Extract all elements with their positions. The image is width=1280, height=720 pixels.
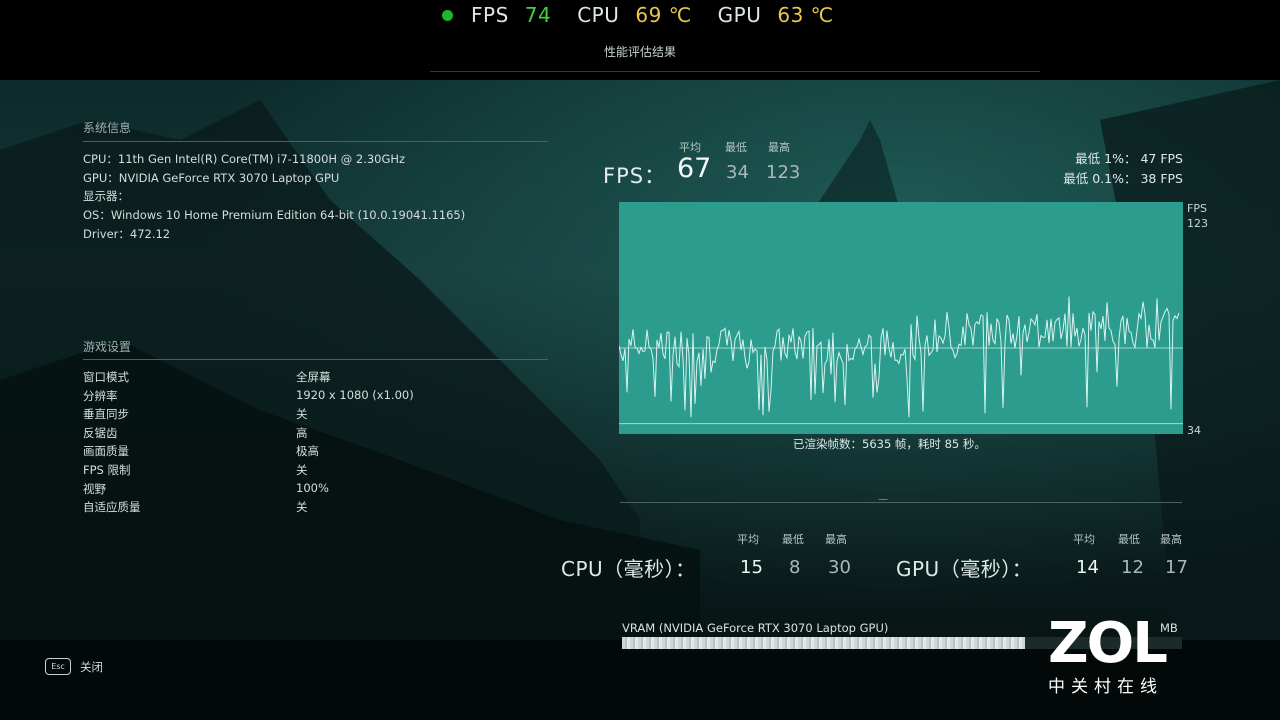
vram-label: VRAM (NVIDIA GeForce RTX 3070 Laptop GPU…	[622, 621, 889, 635]
fps-col-min: 最低	[725, 141, 747, 154]
zol-logo-subtitle: 中关村在线	[1048, 677, 1163, 697]
gpu-ms-average: 14	[1076, 557, 1099, 578]
esc-key-icon[interactable]: Esc	[45, 658, 71, 675]
setting-value: 全屏幕	[296, 370, 331, 384]
fps-minimum: 34	[726, 162, 749, 183]
game-settings-heading: 游戏设置	[83, 340, 132, 354]
chart-axis-unit: FPS	[1187, 202, 1207, 215]
fps-average: 67	[677, 153, 712, 184]
system-cpu: CPU：11th Gen Intel(R) Core(TM) i7-11800H…	[83, 152, 406, 166]
chart-axis-max: 123	[1187, 217, 1208, 230]
fps-low-01-percent: 最低 0.1%： 38 FPS	[1063, 171, 1183, 186]
performance-hud: FPS 74 CPU 69 ℃ GPU 63 ℃	[442, 2, 860, 28]
system-gpu: GPU：NVIDIA GeForce RTX 3070 Laptop GPU	[83, 171, 340, 185]
setting-value: 100%	[296, 480, 329, 495]
cpu-col-max: 最高	[825, 533, 847, 546]
fps-maximum: 123	[766, 162, 801, 183]
fps-chart	[618, 202, 1183, 434]
hud-cpu-label: CPU	[577, 3, 620, 27]
cpu-col-avg: 平均	[737, 533, 759, 546]
setting-label: 垂直同步	[83, 407, 129, 422]
hud-gpu-temp: 63 ℃	[777, 3, 834, 27]
hud-fps-value: 74	[524, 3, 552, 27]
vram-usage-fill	[622, 637, 1026, 649]
setting-value: 极高	[296, 444, 319, 459]
setting-label: 画面质量	[83, 444, 129, 459]
setting-value: 高	[296, 425, 308, 440]
gpu-col-max: 最高	[1160, 533, 1182, 546]
zol-logo-brand: ZOL	[1048, 611, 1168, 676]
setting-label: 反锯齿	[83, 425, 118, 440]
system-driver: Driver：472.12	[83, 227, 171, 241]
gpu-ms-maximum: 17	[1165, 557, 1188, 578]
fps-col-max: 最高	[768, 141, 790, 154]
gpu-col-avg: 平均	[1073, 533, 1095, 546]
setting-value: 关	[296, 463, 308, 477]
zol-logo: ZOL 中关村在线	[1048, 611, 1190, 698]
system-info-divider	[83, 141, 548, 142]
status-dot-icon	[442, 9, 453, 21]
system-info-heading: 系统信息	[83, 121, 132, 135]
cpu-ms-maximum: 30	[828, 557, 851, 578]
setting-label: 视野	[83, 481, 106, 496]
divider-mark: —	[878, 494, 888, 505]
hud-gpu-label: GPU	[717, 3, 762, 27]
setting-label: 窗口模式	[83, 370, 129, 384]
gpu-col-min: 最低	[1118, 533, 1140, 546]
setting-label: FPS 限制	[83, 463, 131, 477]
setting-value: 关	[296, 407, 308, 422]
gpu-ms-label: GPU（毫秒）：	[896, 557, 1033, 581]
title-divider	[430, 71, 1040, 72]
top-status-bar: FPS 74 CPU 69 ℃ GPU 63 ℃ 性能评估结果	[0, 0, 1280, 80]
hud-fps-label: FPS	[471, 3, 509, 27]
chart-axis-min: 34	[1187, 424, 1201, 437]
setting-value: 1920 x 1080 (x1.00)	[296, 387, 414, 402]
gpu-ms-minimum: 12	[1121, 557, 1144, 578]
cpu-col-min: 最低	[782, 533, 804, 546]
system-display: 显示器：	[83, 189, 129, 203]
hud-cpu-temp: 69 ℃	[635, 3, 692, 27]
fps-low-1-percent: 最低 1%： 47 FPS	[1075, 151, 1183, 166]
setting-label: 自适应质量	[83, 500, 141, 515]
section-divider	[620, 502, 1182, 503]
cpu-ms-label: CPU（毫秒）：	[561, 557, 696, 581]
close-button[interactable]: 关闭	[80, 659, 103, 675]
page-title: 性能评估结果	[603, 45, 676, 59]
setting-value: 关	[296, 500, 308, 515]
fps-trace-line	[618, 296, 1180, 418]
system-os: OS：Windows 10 Home Premium Edition 64-bi…	[83, 208, 466, 222]
setting-label: 分辨率	[83, 388, 118, 403]
game-settings-divider	[83, 359, 548, 360]
cpu-ms-average: 15	[740, 557, 763, 578]
fps-label: FPS：	[603, 164, 667, 188]
frames-rendered-text: 已渲染帧数：5635 帧，耗时 85 秒。	[793, 437, 986, 451]
cpu-ms-minimum: 8	[789, 557, 801, 578]
fps-chart-plot	[618, 296, 1183, 425]
